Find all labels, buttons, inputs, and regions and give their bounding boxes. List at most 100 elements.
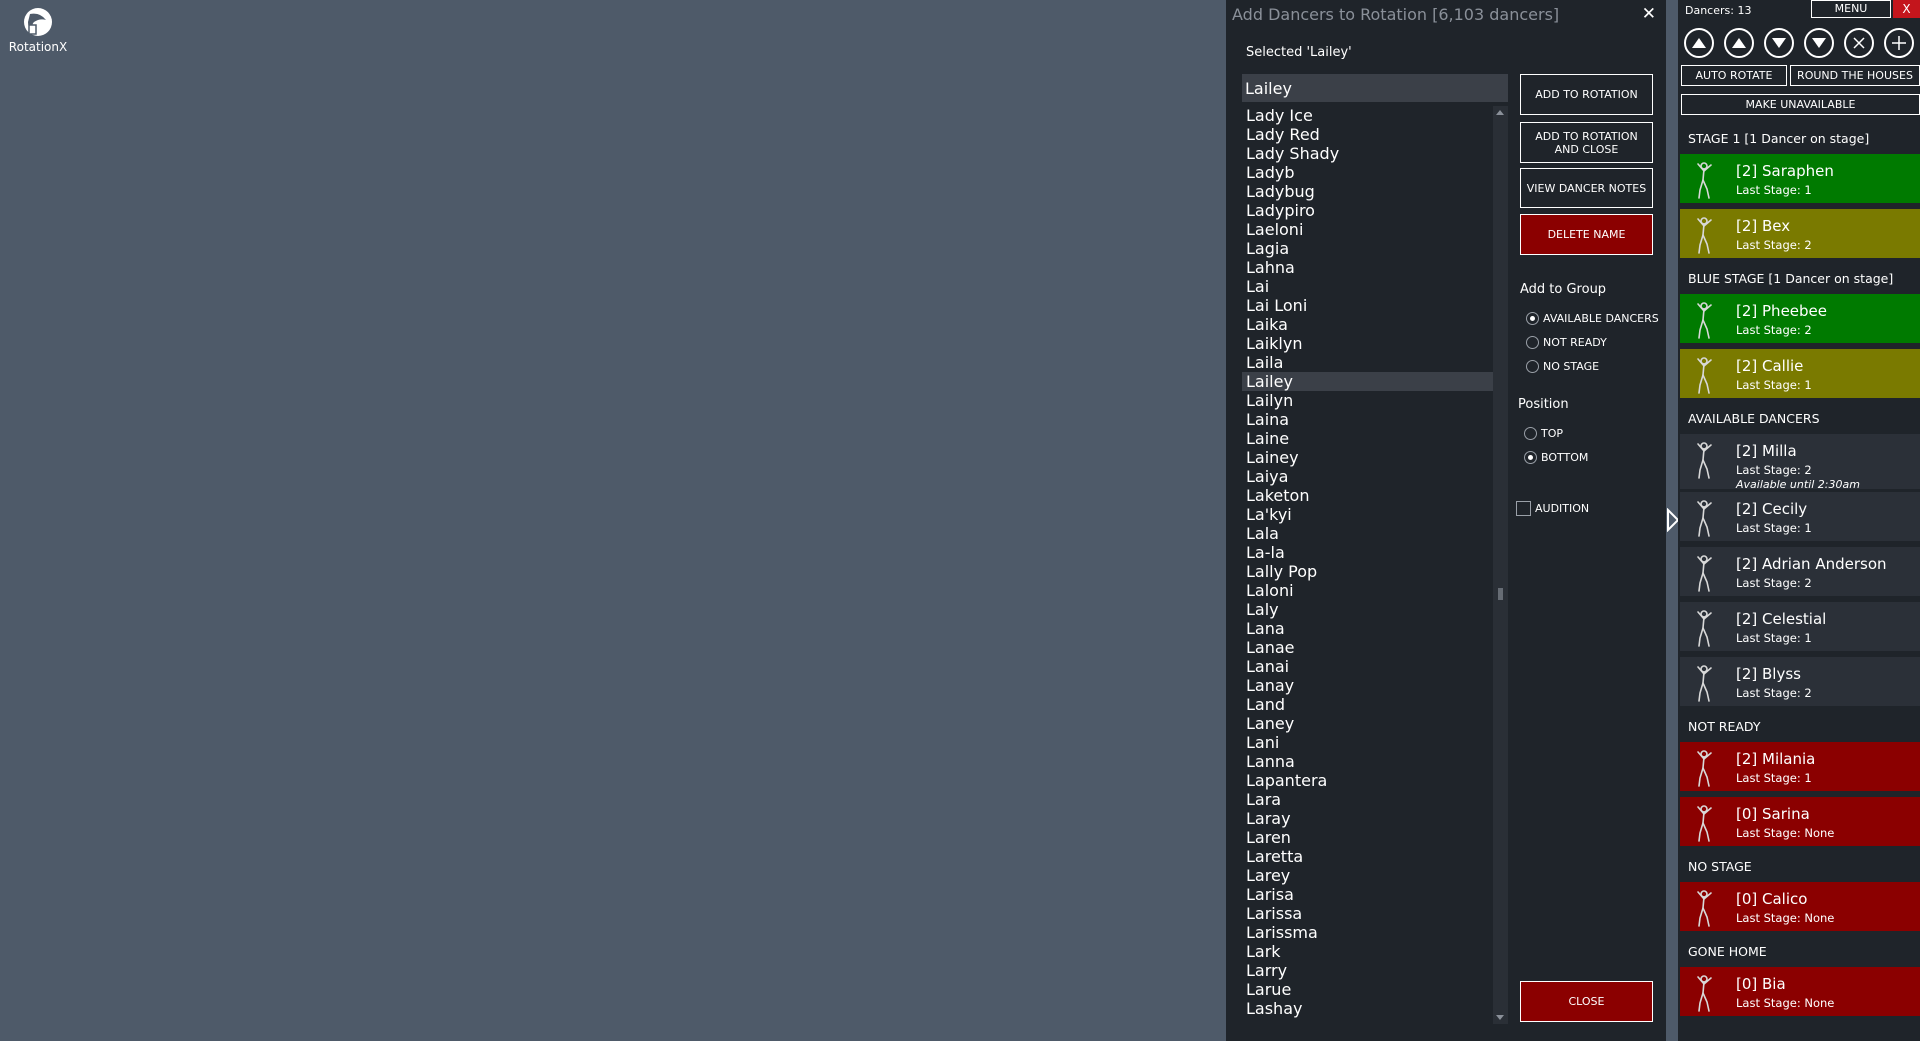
dancer-name-item[interactable]: Lala — [1242, 524, 1508, 543]
dancer-name-item[interactable]: Laren — [1242, 828, 1508, 847]
dancer-card[interactable]: [0] Calico Last Stage: None — [1680, 882, 1920, 934]
dancer-card[interactable]: [2] Milla Last Stage: 2 Available until 2:… — [1680, 434, 1920, 492]
dancer-name-item[interactable]: Laina — [1242, 410, 1508, 429]
dancer-name-item[interactable]: Lady Ice — [1242, 106, 1508, 125]
dancer-name-item[interactable]: Laiya — [1242, 467, 1508, 486]
dancer-name-item[interactable]: Laila — [1242, 353, 1508, 372]
dancer-card[interactable]: [2] Callie Last Stage: 1 — [1680, 349, 1920, 401]
move-top-icon[interactable] — [1684, 28, 1714, 58]
dancer-name-item[interactable]: Ladybug — [1242, 182, 1508, 201]
audition-checkbox[interactable]: AUDITION — [1516, 501, 1589, 516]
name-list-scrollbar[interactable] — [1493, 106, 1508, 1024]
dancer-name-item[interactable]: Lanai — [1242, 657, 1508, 676]
dancer-name-item[interactable]: Lai — [1242, 277, 1508, 296]
menu-button[interactable]: MENU — [1811, 0, 1891, 18]
dancer-card[interactable]: [2] Celestial Last Stage: 1 — [1680, 602, 1920, 654]
dancer-name-item[interactable]: Lainey — [1242, 448, 1508, 467]
dancer-name-item[interactable]: Laeloni — [1242, 220, 1508, 239]
scroll-thumb[interactable] — [1498, 588, 1503, 600]
dancer-name: [2] Blyss — [1736, 665, 1801, 683]
dancer-name-item[interactable]: Larey — [1242, 866, 1508, 885]
position-option-top[interactable]: TOP — [1524, 427, 1563, 440]
dancer-search-input[interactable] — [1242, 74, 1508, 102]
position-option-bottom[interactable]: BOTTOM — [1524, 451, 1588, 464]
dancer-name-item[interactable]: Lailyn — [1242, 391, 1508, 410]
add-to-rotation-button[interactable]: ADD TO ROTATION — [1520, 74, 1653, 115]
dancer-name-item[interactable]: Lagia — [1242, 239, 1508, 258]
dancer-name-item[interactable]: Laney — [1242, 714, 1508, 733]
dancer-name-item[interactable]: Lai Loni — [1242, 296, 1508, 315]
dancer-card[interactable]: [2] Saraphen Last Stage: 1 — [1680, 154, 1920, 206]
desktop-app-rotationx[interactable]: RotationX — [8, 6, 68, 54]
dancer-name-item[interactable]: Lapantera — [1242, 771, 1508, 790]
dancer-name-item[interactable]: Larissa — [1242, 904, 1508, 923]
dancer-name-item[interactable]: Lark — [1242, 942, 1508, 961]
group-option-not-ready[interactable]: NOT READY — [1526, 336, 1607, 349]
dancer-name-item[interactable]: La'kyi — [1242, 505, 1508, 524]
dancer-name-item[interactable]: Laly — [1242, 600, 1508, 619]
dancer-card[interactable]: [0] Bia Last Stage: None — [1680, 967, 1920, 1019]
dancer-figure-icon — [1690, 608, 1718, 652]
dancer-name-item[interactable]: Laika — [1242, 315, 1508, 334]
dancer-name-item[interactable]: Lara — [1242, 790, 1508, 809]
dancer-name-item[interactable]: Lanna — [1242, 752, 1508, 771]
dancer-name-item[interactable]: Lani — [1242, 733, 1508, 752]
group-header: AVAILABLE DANCERS — [1678, 404, 1920, 434]
dancer-name-item[interactable]: Larue — [1242, 980, 1508, 999]
dancer-name-item[interactable]: Lady Red — [1242, 125, 1508, 144]
scroll-down-icon[interactable] — [1496, 1015, 1504, 1020]
dancer-name: [0] Calico — [1736, 890, 1808, 908]
dancer-name-item[interactable]: Lady Shady — [1242, 144, 1508, 163]
dancer-figure-icon — [1690, 440, 1718, 484]
dancer-name-item[interactable]: Lashay — [1242, 999, 1508, 1018]
dancer-name-item[interactable]: Lanae — [1242, 638, 1508, 657]
dancer-name-item[interactable]: Ladyb — [1242, 163, 1508, 182]
dancer-card[interactable]: [2] Pheebee Last Stage: 2 — [1680, 294, 1920, 346]
dancer-name-item[interactable]: Laketon — [1242, 486, 1508, 505]
dancer-name-item[interactable]: La-la — [1242, 543, 1508, 562]
delete-name-button[interactable]: DELETE NAME — [1520, 214, 1653, 255]
dancer-card[interactable]: [2] Cecily Last Stage: 1 — [1680, 492, 1920, 544]
close-button[interactable]: CLOSE — [1520, 981, 1653, 1022]
dancer-name-item[interactable]: Laloni — [1242, 581, 1508, 600]
add-to-rotation-and-close-button[interactable]: ADD TO ROTATION AND CLOSE — [1520, 122, 1653, 163]
dancer-name-item[interactable]: Lally Pop — [1242, 562, 1508, 581]
panel-close-button[interactable]: X — [1893, 0, 1920, 18]
make-unavailable-button[interactable]: MAKE UNAVAILABLE — [1681, 94, 1920, 115]
dancer-name-item[interactable]: Larry — [1242, 961, 1508, 980]
dancer-name-list[interactable]: Lady Ice Lady Red Lady Shady Ladyb Ladybug La… — [1242, 106, 1508, 1022]
dancer-name-item[interactable]: Lailey — [1242, 372, 1508, 391]
dancer-name-item[interactable]: Laiklyn — [1242, 334, 1508, 353]
round-the-houses-button[interactable]: ROUND THE HOUSES — [1790, 65, 1920, 86]
group-header: GONE HOME — [1678, 937, 1920, 967]
move-down-icon[interactable] — [1764, 28, 1794, 58]
dancer-name-item[interactable]: Lahna — [1242, 258, 1508, 277]
auto-rotate-button[interactable]: AUTO ROTATE — [1681, 65, 1787, 86]
dancer-card[interactable]: [2] Adrian Anderson Last Stage: 2 — [1680, 547, 1920, 599]
scroll-up-icon[interactable] — [1496, 110, 1504, 115]
dancer-card[interactable]: [0] Sarina Last Stage: None — [1680, 797, 1920, 849]
close-icon[interactable]: ✕ — [1642, 4, 1656, 24]
group-option-available[interactable]: AVAILABLE DANCERS — [1526, 312, 1659, 325]
dancer-card[interactable]: [2] Blyss Last Stage: 2 — [1680, 657, 1920, 709]
move-up-icon[interactable] — [1724, 28, 1754, 58]
dancer-name-item[interactable]: Larissma — [1242, 923, 1508, 942]
move-bottom-icon[interactable] — [1804, 28, 1834, 58]
position-label: Position — [1518, 397, 1569, 412]
dancer-name-item[interactable]: Land — [1242, 695, 1508, 714]
radio-selected-icon — [1526, 312, 1539, 325]
dancer-last-stage: Last Stage: 1 — [1736, 521, 1812, 535]
dancer-name-item[interactable]: Lanay — [1242, 676, 1508, 695]
dancer-name-item[interactable]: Laray — [1242, 809, 1508, 828]
view-dancer-notes-button[interactable]: VIEW DANCER NOTES — [1520, 168, 1653, 208]
dancer-name-item[interactable]: Ladypiro — [1242, 201, 1508, 220]
dancer-name-item[interactable]: Laretta — [1242, 847, 1508, 866]
group-option-no-stage[interactable]: NO STAGE — [1526, 360, 1599, 373]
dancer-name-item[interactable]: Lana — [1242, 619, 1508, 638]
add-icon[interactable] — [1884, 28, 1914, 58]
dancer-name-item[interactable]: Laine — [1242, 429, 1508, 448]
dancer-card[interactable]: [2] Milania Last Stage: 1 — [1680, 742, 1920, 794]
dancer-name-item[interactable]: Larisa — [1242, 885, 1508, 904]
dancer-card[interactable]: [2] Bex Last Stage: 2 — [1680, 209, 1920, 261]
remove-icon[interactable] — [1844, 28, 1874, 58]
